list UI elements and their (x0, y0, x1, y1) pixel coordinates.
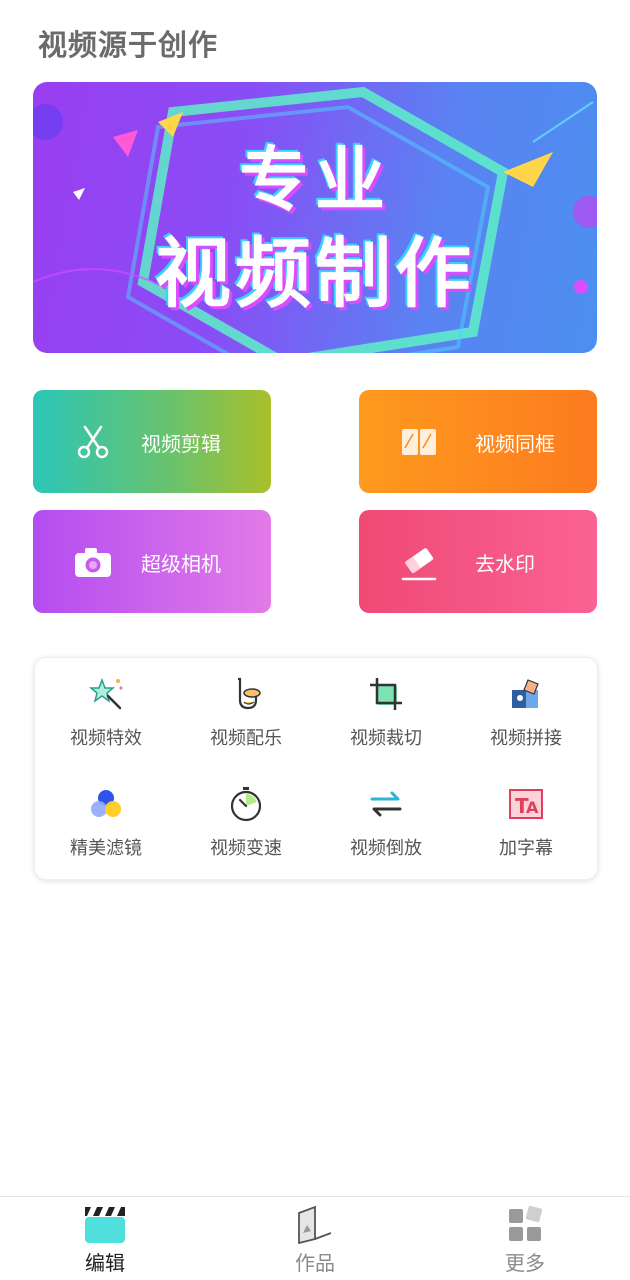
swap-arrows-icon (370, 791, 402, 817)
subtitle-icon: T A (509, 789, 543, 819)
nav-label: 更多 (505, 1251, 545, 1275)
tool-video-speed[interactable]: 视频变速 (176, 768, 316, 859)
tool-label: 视频拼接 (490, 728, 562, 749)
tool-video-effects[interactable]: 视频特效 (36, 658, 176, 749)
tool-label: 视频裁切 (350, 728, 422, 749)
tool-label: 精美滤镜 (70, 838, 142, 859)
tool-label: 加字幕 (499, 838, 553, 859)
nav-tab-edit[interactable]: 编辑 (35, 1197, 175, 1280)
tool-video-music[interactable]: 视频配乐 (176, 658, 316, 749)
saxophone-icon (238, 677, 261, 710)
banner-headline-2: 视频制作 (155, 229, 475, 318)
tool-label: 视频配乐 (210, 728, 282, 749)
magic-wand-icon (88, 677, 123, 710)
tool-label: 视频变速 (210, 838, 282, 859)
tool-video-join[interactable]: 视频拼接 (456, 658, 596, 749)
nav-label: 作品 (295, 1251, 335, 1275)
tool-video-crop[interactable]: 视频裁切 (316, 658, 456, 749)
video-edit-button[interactable]: 视频剪辑 (33, 390, 271, 493)
tool-video-reverse[interactable]: 视频倒放 (316, 768, 456, 859)
nav-label: 编辑 (85, 1251, 125, 1275)
video-edit-label: 视频剪辑 (141, 432, 221, 456)
puzzle-icon (512, 679, 539, 708)
super-camera-label: 超级相机 (141, 552, 221, 576)
filter-circles-icon (91, 790, 121, 817)
video-duet-label: 视频同框 (475, 432, 555, 456)
scissors-icon (77, 425, 109, 459)
split-frame-icon (402, 429, 436, 455)
camera-icon (75, 548, 111, 577)
gallery-icon (298, 1205, 332, 1245)
tool-beauty-filter[interactable]: 精美滤镜 (36, 768, 176, 859)
remove-watermark-label: 去水印 (475, 552, 535, 576)
svg-text:A: A (526, 798, 539, 817)
super-camera-button[interactable]: 超级相机 (33, 510, 271, 613)
crop-icon (370, 678, 402, 710)
home-screen: 视频源于创作 专业 视频制作 视频剪辑 视频同框 超级相机 去水印 视频特效 视… (0, 0, 630, 1280)
tool-label: 视频倒放 (350, 838, 422, 859)
banner-headline-1: 专业 (239, 139, 391, 221)
clapperboard-icon (85, 1207, 125, 1243)
bottom-nav: 编辑 作品 更多 (0, 1196, 630, 1280)
nav-tab-works[interactable]: 作品 (245, 1197, 385, 1280)
video-duet-button[interactable]: 视频同框 (359, 390, 597, 493)
stopwatch-icon (230, 787, 262, 822)
tool-label: 视频特效 (70, 728, 142, 749)
promo-banner[interactable]: 专业 视频制作 (33, 82, 597, 353)
tools-grid: 视频特效 视频配乐 视频裁切 视频拼接 精美滤镜 视频变速 视频倒放 T A 加… (34, 657, 598, 880)
page-title: 视频源于创作 (38, 28, 219, 62)
tool-add-subtitle[interactable]: T A 加字幕 (456, 768, 596, 859)
remove-watermark-button[interactable]: 去水印 (359, 510, 597, 613)
grid-icon (509, 1205, 543, 1241)
nav-tab-more[interactable]: 更多 (455, 1197, 595, 1280)
eraser-icon (401, 548, 437, 581)
